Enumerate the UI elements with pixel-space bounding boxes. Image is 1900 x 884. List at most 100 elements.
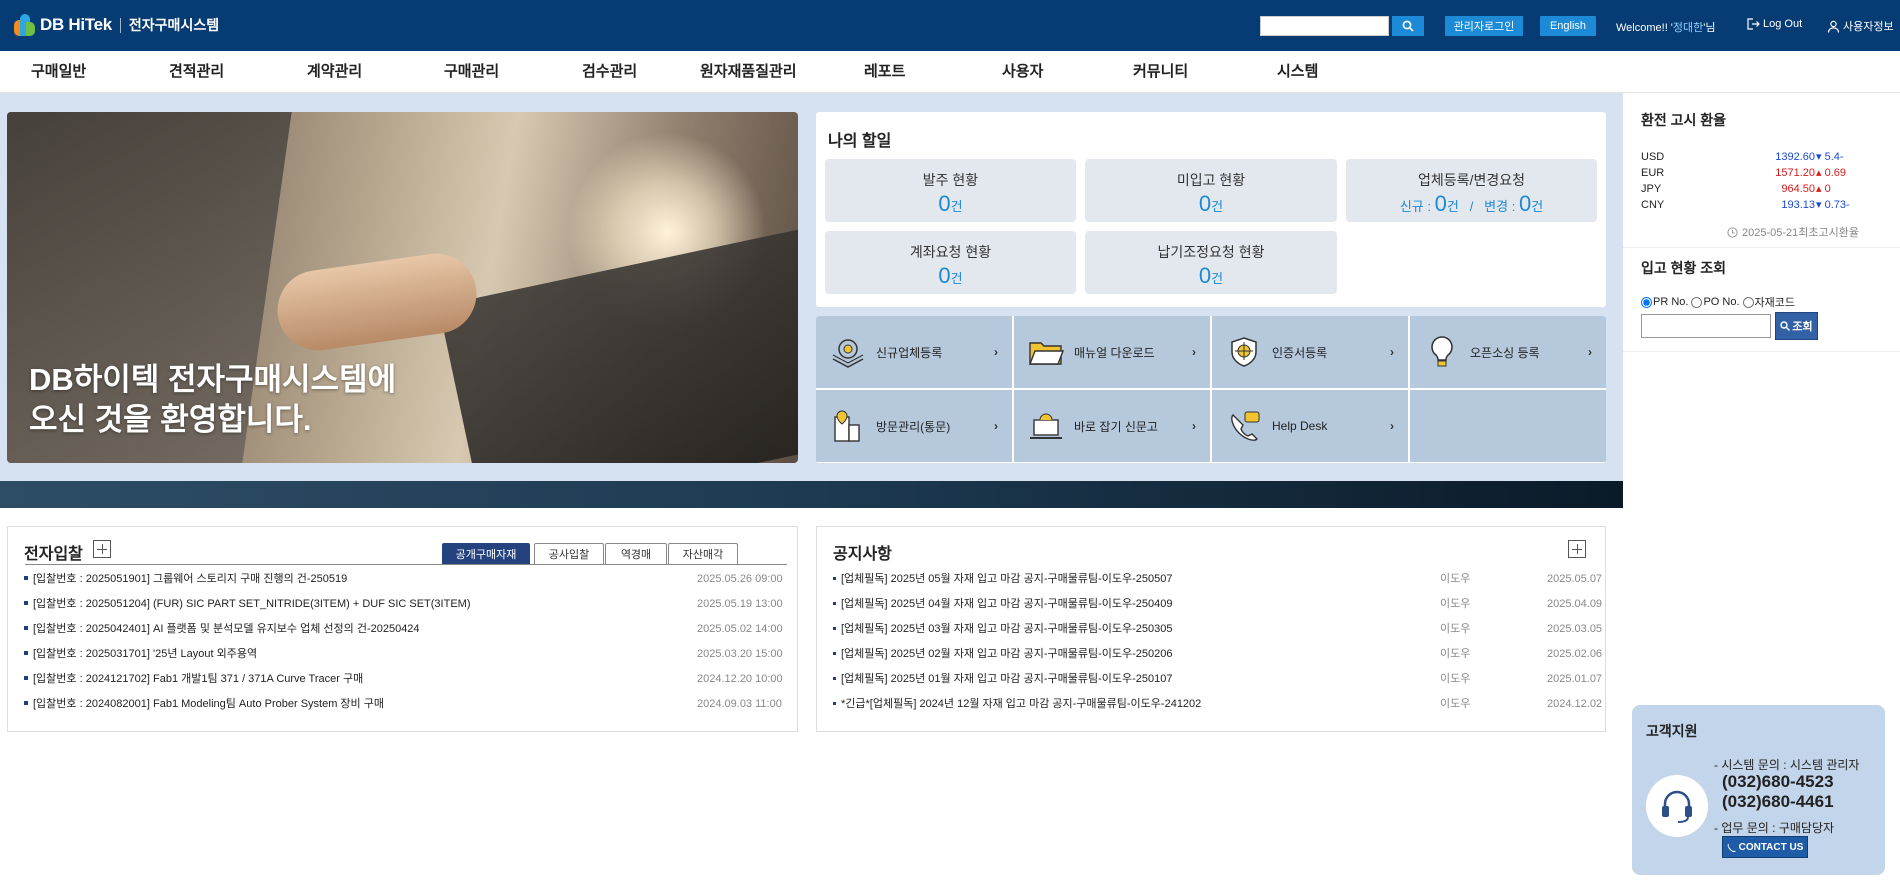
radio-po-no[interactable]: PO No. xyxy=(1691,296,1740,308)
alarm-laptop-icon xyxy=(1026,406,1066,446)
english-button[interactable]: English xyxy=(1540,16,1596,36)
certificate-icon xyxy=(1224,332,1264,372)
nav-user[interactable]: 사용자 xyxy=(1002,51,1043,93)
radio-pr-no[interactable]: PR No. xyxy=(1641,296,1688,308)
phone-chat-icon xyxy=(1224,406,1264,446)
down-arrow-icon: ▾ xyxy=(1816,199,1822,211)
e-bidding-panel: 전자입찰 공개구매자재 공사입찰 역경매 자산매각 [입찰번호 : 202505… xyxy=(7,526,798,732)
my-tasks-title: 나의 할일 xyxy=(828,133,892,150)
folder-icon xyxy=(1026,332,1066,372)
nav-system[interactable]: 시스템 xyxy=(1277,51,1318,93)
stock-lookup-input[interactable] xyxy=(1641,314,1771,338)
list-item[interactable]: [업체필독] 2025년 04월 자재 입고 마감 공지-구매물류팀-이도우-2… xyxy=(833,596,1602,612)
tab-construction-bid[interactable]: 공사입찰 xyxy=(534,543,604,564)
list-item[interactable]: [업체필독] 2025년 02월 자재 입고 마감 공지-구매물류팀-이도우-2… xyxy=(833,646,1602,662)
top-header: DB HiTek 전자구매시스템 관리자로그인 English Welcome!… xyxy=(0,0,1900,51)
gear-document-icon xyxy=(828,332,868,372)
clock-icon xyxy=(1727,226,1738,238)
logout-icon xyxy=(1747,18,1760,30)
decorative-band xyxy=(0,481,1623,508)
search-icon xyxy=(1402,20,1414,32)
logo[interactable]: DB HiTek 전자구매시스템 xyxy=(14,12,219,38)
radio-material-code[interactable]: 자재코드 xyxy=(1742,294,1795,310)
quick-visit-management[interactable]: 방문관리(통문) › xyxy=(816,390,1012,462)
stock-lookup-button[interactable]: 조회 xyxy=(1775,312,1818,340)
logout-link[interactable]: Log Out xyxy=(1747,18,1802,30)
exchange-row-jpy: JPY 964.50 ▴ 0 xyxy=(1641,183,1831,195)
chevron-right-icon: › xyxy=(1192,345,1196,359)
db-logo-icon xyxy=(14,12,36,38)
e-bidding-title: 전자입찰 xyxy=(24,546,83,563)
quick-new-vendor[interactable]: 신규업체등록 › xyxy=(816,316,1012,388)
search-icon xyxy=(1780,321,1791,331)
task-account-request[interactable]: 계좌요청 현황 0건 xyxy=(825,231,1076,294)
quick-open-sourcing[interactable]: 오픈소싱 등록 › xyxy=(1410,316,1606,388)
quick-manual-download[interactable]: 매뉴얼 다운로드 › xyxy=(1014,316,1210,388)
list-item[interactable]: [입찰번호 : 2025051901] 그룹웨어 스토리지 구매 진행의 건-2… xyxy=(24,571,783,587)
chevron-right-icon: › xyxy=(994,419,998,433)
task-order-status[interactable]: 발주 현황 0건 xyxy=(825,159,1076,222)
support-system-line: - 시스템 문의 : 시스템 관리자 xyxy=(1714,758,1860,772)
list-item[interactable]: *긴급*[업체필독] 2024년 12월 자재 입고 마감 공지-구매물류팀-이… xyxy=(833,696,1602,712)
quick-help-desk[interactable]: Help Desk › xyxy=(1212,390,1408,462)
chevron-right-icon: › xyxy=(1390,419,1394,433)
nav-community[interactable]: 커뮤니티 xyxy=(1133,51,1188,93)
user-info-link[interactable]: 사용자정보 xyxy=(1827,18,1894,34)
list-item[interactable]: [입찰번호 : 2024121702] Fab1 개발1팀 371 / 371A… xyxy=(24,671,783,687)
nav-material-quality[interactable]: 원자재품질관리 xyxy=(700,51,797,93)
chevron-right-icon: › xyxy=(994,345,998,359)
chevron-right-icon: › xyxy=(1390,345,1394,359)
admin-login-button[interactable]: 관리자로그인 xyxy=(1445,16,1523,36)
stock-lookup-title: 입고 현황 조회 xyxy=(1641,260,1727,276)
nav-quote-management[interactable]: 견적관리 xyxy=(169,51,224,93)
quick-report-center[interactable]: 바로 잡기 신문고 › xyxy=(1014,390,1210,462)
building-pin-icon xyxy=(828,406,868,446)
support-title: 고객지원 xyxy=(1646,723,1698,739)
nav-contract-management[interactable]: 계약관리 xyxy=(307,51,362,93)
tab-reverse-auction[interactable]: 역경매 xyxy=(605,543,667,564)
nav-purchase-general[interactable]: 구매일반 xyxy=(31,51,86,93)
headset-icon xyxy=(1646,775,1708,837)
quick-certificate[interactable]: 인증서등록 › xyxy=(1212,316,1408,388)
exchange-date: 2025-05-21최초고시환율 xyxy=(1727,224,1859,240)
list-item[interactable]: [업체필독] 2025년 01월 자재 입고 마감 공지-구매물류팀-이도우-2… xyxy=(833,671,1602,687)
tab-asset-sale[interactable]: 자산매각 xyxy=(668,543,738,564)
exchange-row-eur: EUR 1571.20 ▴ 0.69 xyxy=(1641,167,1847,179)
notices-panel: 공지사항 [업체필독] 2025년 05월 자재 입고 마감 공지-구매물류팀-… xyxy=(816,526,1606,732)
user-name: 정대한 xyxy=(1672,22,1704,34)
chevron-right-icon: › xyxy=(1588,345,1592,359)
contact-us-button[interactable]: CONTACT US xyxy=(1722,836,1808,858)
user-icon xyxy=(1827,20,1840,33)
main-nav: 구매일반 견적관리 계약관리 구매관리 검수관리 원자재품질관리 레포트 사용자… xyxy=(0,51,1900,93)
tab-underline xyxy=(25,564,787,565)
search-button[interactable] xyxy=(1392,16,1424,36)
nav-purchase-management[interactable]: 구매관리 xyxy=(444,51,499,93)
list-item[interactable]: [입찰번호 : 2025051204] (FUR) SIC PART SET_N… xyxy=(24,596,783,612)
list-item[interactable]: [입찰번호 : 2025042401] AI 플랫폼 및 분석모델 유지보수 업… xyxy=(24,621,783,637)
my-tasks-panel: 나의 할일 발주 현황 0건 미입고 현황 0건 업체등록/변경요청 신규 : … xyxy=(816,112,1606,307)
plus-icon[interactable] xyxy=(1568,540,1586,558)
list-item[interactable]: [업체필독] 2025년 05월 자재 입고 마감 공지-구매물류팀-이도우-2… xyxy=(833,571,1602,587)
lightbulb-icon xyxy=(1422,332,1462,372)
quick-links: 신규업체등록 › 매뉴얼 다운로드 › 인증서등록 › 오픈소싱 등록 › 방문… xyxy=(816,316,1606,463)
list-item[interactable]: [입찰번호 : 2024082001] Fab1 Modeling팀 Auto … xyxy=(24,696,782,712)
task-not-received[interactable]: 미입고 현황 0건 xyxy=(1085,159,1337,222)
nav-inspection-management[interactable]: 검수관리 xyxy=(582,51,637,93)
list-item[interactable]: [입찰번호 : 2025031701] '25년 Layout 외주용역 2025… xyxy=(24,646,783,662)
task-vendor-registration[interactable]: 업체등록/변경요청 신규 : 0건 / 변경 : 0건 xyxy=(1346,159,1597,222)
exchange-rate-title: 환전 고시 환율 xyxy=(1641,112,1727,128)
quick-empty-cell xyxy=(1410,390,1606,462)
sidebar-divider xyxy=(1623,247,1900,248)
list-item[interactable]: [업체필독] 2025년 03월 자재 입고 마감 공지-구매물류팀-이도우-2… xyxy=(833,621,1602,637)
customer-support-box: 고객지원 - 시스템 문의 : 시스템 관리자 (032)680-4523 (0… xyxy=(1632,705,1885,875)
phone-icon xyxy=(1727,843,1736,852)
task-delivery-adjust[interactable]: 납기조정요청 현황 0건 xyxy=(1085,231,1337,294)
top-search-input[interactable] xyxy=(1260,16,1389,36)
plus-icon[interactable] xyxy=(93,540,111,558)
tab-public-purchase[interactable]: 공개구매자재 xyxy=(442,543,530,564)
system-name: 전자구매시스템 xyxy=(128,17,220,33)
down-arrow-icon: ▾ xyxy=(1816,151,1822,163)
nav-report[interactable]: 레포트 xyxy=(864,51,905,93)
welcome-text: Welcome!! '정대한'님 xyxy=(1616,22,1716,34)
up-arrow-icon: ▴ xyxy=(1816,167,1822,179)
